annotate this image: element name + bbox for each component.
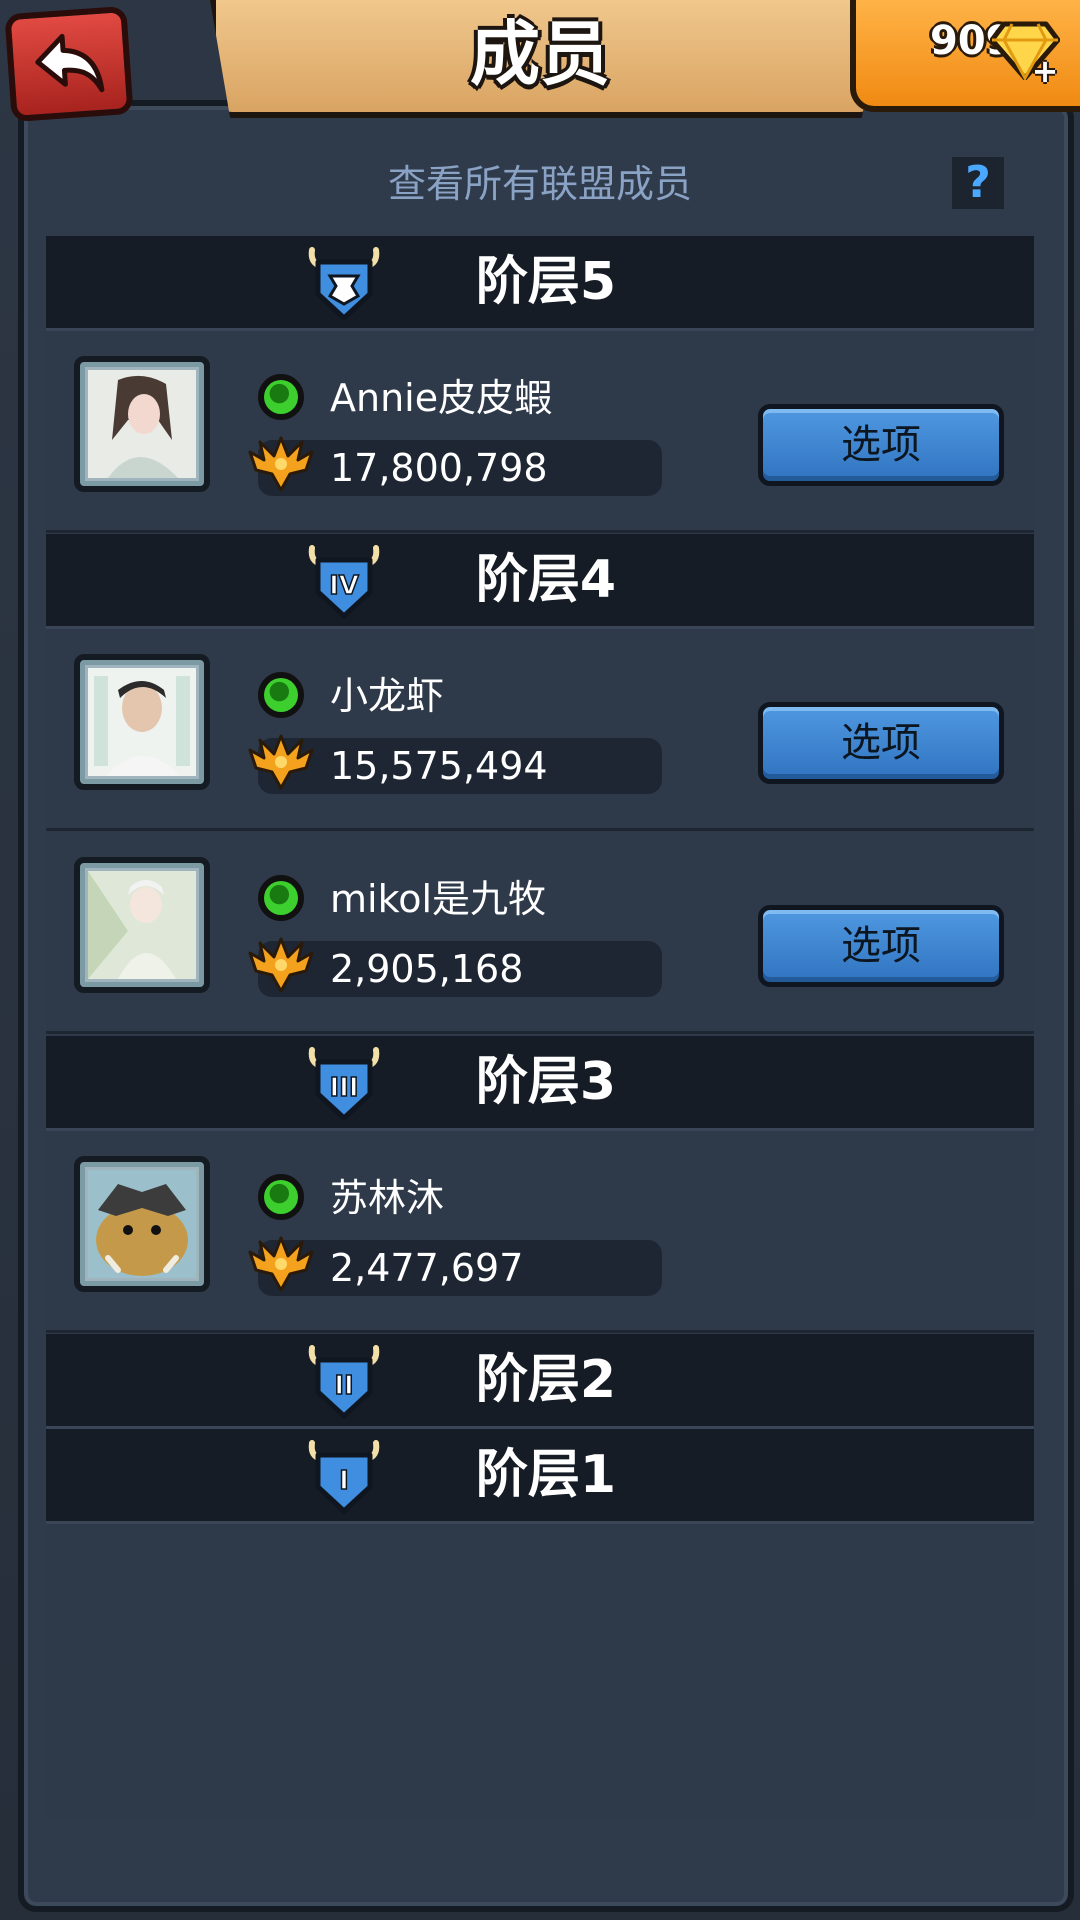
phoenix-trophy-icon xyxy=(248,734,314,790)
online-status-icon xyxy=(258,875,304,921)
tier-4-badge-icon: IV xyxy=(308,545,380,619)
member-name: mikol是九牧 xyxy=(330,877,547,921)
member-name: 苏林沐 xyxy=(330,1176,445,1220)
phoenix-trophy-icon xyxy=(248,436,314,492)
member-row[interactable]: Annie皮皮蝦 17,800,798 选项 xyxy=(46,330,1034,533)
tier-2-badge-icon: II xyxy=(308,1345,380,1419)
back-arrow-icon xyxy=(35,33,105,93)
avatar[interactable] xyxy=(74,356,210,492)
avatar[interactable] xyxy=(74,857,210,993)
tier-header-4: IV 阶层4 xyxy=(46,534,1034,629)
member-score: 2,905,168 xyxy=(330,947,524,991)
help-button[interactable]: ? xyxy=(952,157,1004,209)
online-status-icon xyxy=(258,374,304,420)
member-score: 2,477,697 xyxy=(330,1246,524,1290)
phoenix-trophy-icon xyxy=(248,1236,314,1292)
member-row[interactable]: 苏林沐 2,477,697 xyxy=(46,1130,1034,1333)
add-gems-plus-icon[interactable]: + xyxy=(1030,55,1060,87)
options-button[interactable]: 选项 xyxy=(758,404,1004,486)
tier-label: 阶层1 xyxy=(475,1445,617,1505)
options-button[interactable]: 选项 xyxy=(758,905,1004,987)
avatar-image xyxy=(88,668,196,776)
svg-text:III: III xyxy=(329,1073,358,1103)
tier-header-5: 阶层5 xyxy=(46,236,1034,331)
member-score: 15,575,494 xyxy=(330,744,548,788)
online-status-icon xyxy=(258,1174,304,1220)
tier-1-badge-icon: I xyxy=(308,1440,380,1514)
online-status-icon xyxy=(258,672,304,718)
subtitle: 查看所有联盟成员 xyxy=(387,162,692,206)
tier-5-crest-icon xyxy=(308,247,380,321)
member-list[interactable]: 阶层5 Annie皮皮蝦 17,800,798 选项 IV 阶层4 小龙虾 15… xyxy=(46,236,1034,1818)
tier-header-3: III 阶层3 xyxy=(46,1036,1034,1131)
tier-label: 阶层2 xyxy=(475,1350,617,1410)
tier-label: 阶层3 xyxy=(475,1052,617,1112)
options-button[interactable]: 选项 xyxy=(758,702,1004,784)
tier-label: 阶层4 xyxy=(475,550,617,610)
avatar-image xyxy=(88,871,196,979)
tier-header-2: II 阶层2 xyxy=(46,1334,1034,1429)
member-row[interactable]: 小龙虾 15,575,494 选项 xyxy=(46,628,1034,831)
member-name: Annie皮皮蝦 xyxy=(330,376,553,420)
back-button[interactable] xyxy=(4,5,134,123)
tier-label: 阶层5 xyxy=(475,252,617,312)
avatar-image xyxy=(88,370,196,478)
member-name: 小龙虾 xyxy=(330,674,445,718)
avatar[interactable] xyxy=(74,654,210,790)
svg-text:IV: IV xyxy=(329,571,359,601)
member-row[interactable]: mikol是九牧 2,905,168 选项 xyxy=(46,831,1034,1034)
svg-text:I: I xyxy=(339,1466,349,1496)
avatar-image xyxy=(88,1170,196,1278)
tier-header-1: I 阶层1 xyxy=(46,1429,1034,1524)
phoenix-trophy-icon xyxy=(248,937,314,993)
tier-3-badge-icon: III xyxy=(308,1047,380,1121)
page-title: 成员 xyxy=(470,13,610,95)
avatar[interactable] xyxy=(74,1156,210,1292)
member-score: 17,800,798 xyxy=(330,446,548,490)
svg-text:II: II xyxy=(334,1371,353,1401)
